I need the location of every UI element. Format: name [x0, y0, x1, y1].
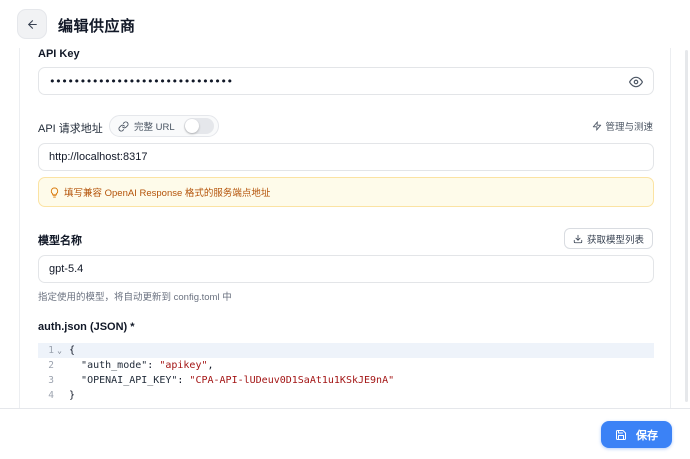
code-line: 1 ⌄ {	[38, 343, 654, 358]
scrollbar[interactable]	[685, 50, 688, 402]
json-value: "CPA-API-lUDeuv0D1SaAt1u1KSkJE9nA"	[189, 375, 395, 386]
save-label: 保存	[636, 429, 658, 442]
zap-icon	[593, 121, 602, 131]
code-line: 4 }	[38, 388, 654, 403]
form-content[interactable]: API Key •••••••••••••••••••••••••••••• A…	[19, 48, 671, 408]
link-icon	[118, 121, 129, 131]
code-text: }	[69, 390, 76, 401]
full-url-toggle-group[interactable]: 完整 URL	[109, 115, 219, 137]
model-input[interactable]: gpt-5.4	[38, 255, 654, 283]
api-key-value: ••••••••••••••••••••••••••••••	[49, 74, 233, 88]
model-value: gpt-5.4	[49, 263, 84, 275]
fetch-models-label: 获取模型列表	[586, 234, 644, 246]
endpoint-hint-text: 填写兼容 OpenAI Response 格式的服务端点地址	[64, 188, 271, 199]
lightbulb-icon	[50, 186, 59, 198]
page-header: 编辑供应商	[0, 0, 690, 48]
code-text: "auth_mode": "apikey",	[65, 360, 214, 371]
save-icon	[616, 429, 626, 440]
json-sep: :	[177, 375, 190, 386]
code-line: 3 "OPENAI_API_KEY": "CPA-API-lUDeuv0D1Sa…	[38, 373, 654, 388]
line-number: 2	[48, 360, 54, 371]
arrow-left-icon	[27, 19, 37, 29]
json-value: "apikey"	[159, 360, 208, 371]
back-button[interactable]	[17, 9, 47, 39]
fetch-models-button[interactable]: 获取模型列表	[563, 228, 653, 249]
code-text: "OPENAI_API_KEY": "CPA-API-lUDeuv0D1SaAt…	[65, 375, 394, 386]
api-key-input[interactable]: ••••••••••••••••••••••••••••••	[38, 67, 654, 95]
line-number: 1	[48, 345, 54, 356]
line-number: 4	[48, 390, 54, 401]
eye-icon[interactable]	[629, 75, 643, 89]
full-url-label: 完整 URL	[134, 122, 175, 133]
json-comma: ,	[207, 360, 214, 371]
footer-bar: 保存	[0, 408, 690, 459]
download-icon	[573, 234, 583, 243]
switch-knob	[184, 119, 199, 133]
fold-chevron-icon[interactable]: ⌄	[54, 346, 65, 355]
json-sep: :	[147, 360, 160, 371]
json-key: "auth_mode"	[81, 360, 148, 371]
model-helper-text: 指定使用的模型，将自动更新到 config.toml 中	[38, 292, 232, 303]
auth-json-label: auth.json (JSON) *	[38, 321, 135, 333]
api-key-label: API Key	[38, 48, 80, 60]
model-label: 模型名称	[38, 235, 82, 247]
code-line: 2 "auth_mode": "apikey",	[38, 358, 654, 373]
endpoint-input[interactable]: http://localhost:8317	[38, 143, 654, 171]
endpoint-label: API 请求地址	[38, 123, 103, 135]
full-url-switch[interactable]	[183, 118, 214, 134]
line-number: 3	[48, 375, 54, 386]
endpoint-value: http://localhost:8317	[49, 151, 148, 163]
endpoint-hint: 填写兼容 OpenAI Response 格式的服务端点地址	[38, 177, 654, 207]
code-text: {	[69, 345, 76, 356]
json-key: "OPENAI_API_KEY"	[81, 375, 178, 386]
manage-speedtest-link[interactable]: 管理与测速	[592, 119, 653, 133]
manage-speedtest-label: 管理与测速	[605, 122, 653, 133]
auth-json-editor[interactable]: 1 ⌄ { 2 "auth_mode": "apikey", 3 "OPENAI…	[38, 343, 654, 408]
page-title: 编辑供应商	[58, 18, 136, 35]
save-button[interactable]: 保存	[601, 421, 672, 448]
